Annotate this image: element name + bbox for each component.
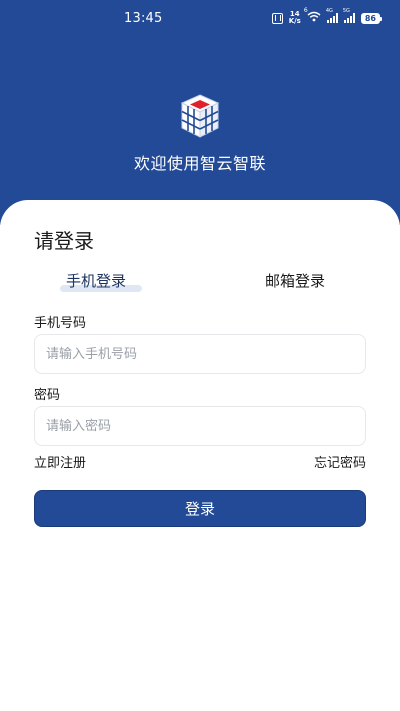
battery-icon: 86 <box>360 12 383 24</box>
nfc-icon <box>271 12 283 24</box>
signal-4g-label: 4G <box>325 8 333 14</box>
status-icons: 14 K/s 6 4G 5G 86 <box>271 7 383 27</box>
register-link[interactable]: 立即注册 <box>34 452 86 471</box>
tab-email-login[interactable]: 邮箱登录 <box>265 270 325 291</box>
signal-5g-icon: 5G <box>343 8 355 23</box>
cube-logo-icon <box>180 94 220 138</box>
password-label: 密码 <box>34 388 61 403</box>
signal-5g-label: 5G <box>342 8 350 14</box>
login-button[interactable]: 登录 <box>34 490 366 527</box>
signal-4g-icon: 4G <box>326 8 338 23</box>
login-title: 请登录 <box>34 229 94 253</box>
wifi-label: 6 <box>303 7 308 14</box>
status-bar: 13:45 14 K/s 6 4G 5G 86 <box>0 0 400 36</box>
wifi-icon: 6 <box>304 7 321 25</box>
net-speed: 14 K/s <box>289 11 301 25</box>
status-time: 13:45 <box>124 11 163 26</box>
tab-phone-login[interactable]: 手机登录 <box>66 270 126 291</box>
welcome-text: 欢迎使用智云智联 <box>133 154 266 173</box>
phone-label: 手机号码 <box>34 316 87 331</box>
forgot-password-link[interactable]: 忘记密码 <box>314 452 366 471</box>
phone-input[interactable] <box>34 334 366 374</box>
net-speed-unit: K/s <box>288 17 301 25</box>
password-input[interactable] <box>34 406 366 446</box>
